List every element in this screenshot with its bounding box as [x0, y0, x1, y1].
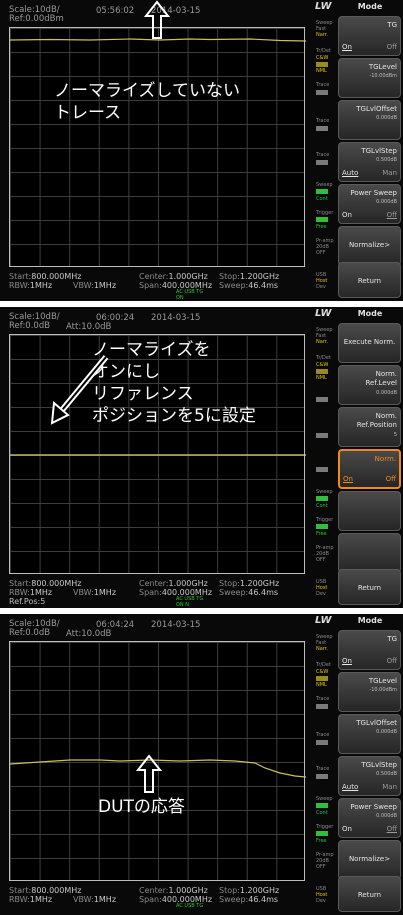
trigger-indicator	[316, 217, 328, 222]
analyzer-screen-2: Scale:10dB/ Ref:0.0dB Att:10.0dB 06:00:2…	[0, 307, 403, 608]
center-freq: 1.000GHz	[168, 272, 208, 281]
sweep-time: 46.4ms	[248, 281, 279, 290]
return-button[interactable]: Return	[338, 876, 401, 912]
left-status-column: Sweep Fast Narr. Tr/Det C&W NML Sweep Co…	[316, 327, 334, 597]
status-indicators: AC USB TG ON	[176, 289, 204, 301]
trace3-indicator	[316, 126, 328, 131]
softkey-menu: Mode TG On Off TGLevel -10.00dBm TGLvlOff…	[337, 0, 403, 301]
rbw-value: 1MHz	[29, 281, 53, 290]
trace2-indicator	[316, 90, 328, 95]
tg-level-offset-button[interactable]: TGLvlOffset 0.000dB	[338, 100, 401, 140]
empty-softkey-6[interactable]	[338, 533, 401, 573]
softkey-menu: Mode TG On Off TGLevel -10.00dBm TGLvlOff…	[337, 614, 403, 915]
tg-level-button[interactable]: TGLevel -10.00dBm	[338, 672, 401, 712]
tg-toggle-button[interactable]: TG On Off	[338, 16, 401, 56]
norm-toggle-button[interactable]: Norm. On Off	[338, 449, 401, 489]
vbw-value: 1MHz	[93, 281, 117, 290]
normalize-submenu-button[interactable]: Normalize>	[338, 226, 401, 266]
trace-layer	[10, 38, 306, 42]
menu-title: Mode	[357, 309, 383, 318]
attenuation-readout: Att:10.0dB	[66, 629, 112, 639]
analyzer-screen-3: Scale:10dB/ Ref:0.0dB Att:10.0dB 06:04:2…	[0, 614, 403, 915]
empty-softkey-5[interactable]	[338, 491, 401, 531]
attenuation-readout: Att:10.0dB	[66, 322, 112, 332]
tg-level-button[interactable]: TGLevel -10.00dBm	[338, 58, 401, 98]
status-indicators: AC USB TG ON N	[176, 596, 204, 608]
ref-readout: Ref:0.0dB	[9, 628, 51, 638]
power-sweep-button[interactable]: Power Sweep 0.000dB On Off	[338, 798, 401, 838]
softkey-menu: Mode Execute Norm. Norm. Ref.Level 0.000…	[337, 307, 403, 608]
return-button[interactable]: Return	[338, 569, 401, 605]
menu-title: Mode	[357, 616, 383, 625]
normalize-submenu-button[interactable]: Normalize>	[338, 840, 401, 880]
clock-date: 2014-03-15	[151, 313, 201, 323]
status-indicators: AC USB TG	[176, 903, 204, 909]
clock-time: 06:04:24	[96, 620, 135, 630]
spectrum-plot	[9, 27, 306, 267]
sweep-indicator	[316, 189, 328, 194]
left-status-column: Sweep Fast Narr. Tr/Det C&W NML Trace Tr…	[316, 634, 334, 904]
diagonal-arrow-icon	[50, 355, 109, 425]
norm-ref-position-button[interactable]: Norm. Ref.Position 5	[338, 407, 401, 447]
norm-ref-level-button[interactable]: Norm. Ref.Level 0.000dB	[338, 365, 401, 405]
start-freq: 800.000MHz	[31, 272, 82, 281]
tg-level-offset-button[interactable]: TGLvlOffset 0.000dB	[338, 714, 401, 754]
header-bar: Scale:10dB/ Ref:0.0dB Att:10.0dB 06:04:2…	[0, 614, 338, 641]
execute-normalize-button[interactable]: Execute Norm.	[338, 323, 401, 363]
up-arrow-icon	[144, 0, 170, 39]
power-sweep-button[interactable]: Power Sweep 0.000dB On Off	[338, 184, 401, 224]
up-arrow-icon	[136, 754, 162, 793]
clock-time: 06:00:24	[96, 313, 135, 323]
left-status-column: Sweep Fast Narr. Tr/Det C&W NML Trace Tr…	[316, 20, 334, 290]
ref-position-readout: Ref.Pos:5	[9, 597, 46, 606]
tg-level-step-button[interactable]: TGLvlStep 0.500dB Auto Man	[338, 756, 401, 796]
annotation-unnormalized: ノーマライズしていない トレース	[54, 0, 240, 124]
tg-toggle-button[interactable]: TG On Off	[338, 630, 401, 670]
menu-title: Mode	[357, 2, 383, 11]
trace1-indicator	[316, 62, 328, 67]
trace4-indicator	[316, 160, 328, 165]
ref-readout: Ref:0.0dB	[9, 321, 51, 331]
tg-level-step-button[interactable]: TGLvlStep 0.500dB Auto Man	[338, 142, 401, 182]
clock-time: 05:56:02	[96, 6, 135, 16]
ref-readout: Ref:0.00dBm	[9, 14, 64, 24]
clock-date: 2014-03-15	[151, 620, 201, 630]
annotation-normalize-on: ノーマライズを オンにし リファレンス ポジションを5に設定	[50, 339, 256, 427]
return-button[interactable]: Return	[338, 262, 401, 298]
stop-freq: 1.200GHz	[239, 272, 280, 281]
annotation-dut-response: DUTの応答	[98, 754, 185, 818]
header-bar: Scale:10dB/ Ref:0.0dB Att:10.0dB 06:00:2…	[0, 307, 338, 334]
analyzer-screen-1: Scale:10dB/ Ref:0.00dBm 05:56:02 2014-03…	[0, 0, 403, 301]
